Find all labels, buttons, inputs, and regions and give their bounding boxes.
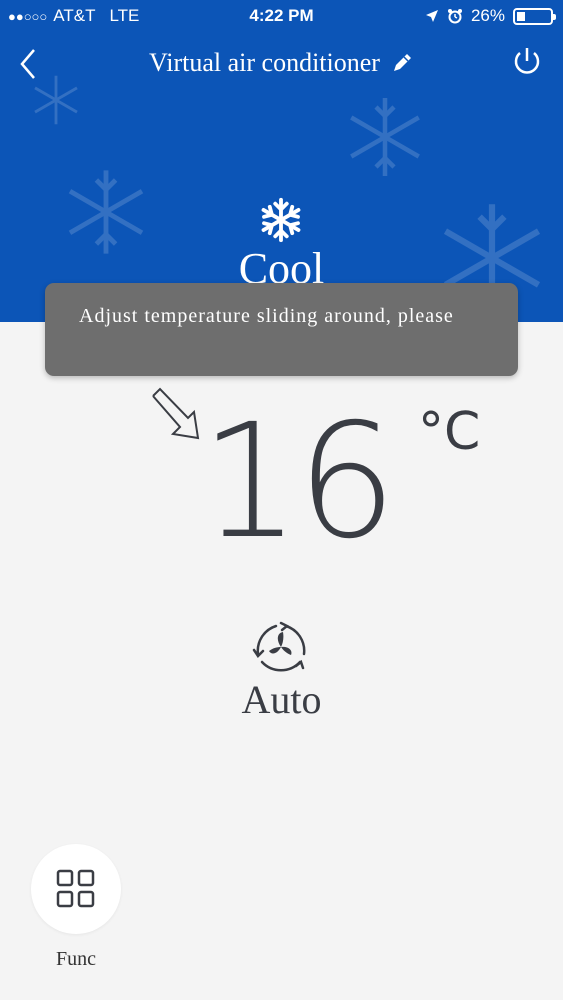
power-icon[interactable] <box>511 44 543 80</box>
grid-icon <box>56 869 95 908</box>
location-arrow-icon <box>425 10 438 22</box>
nav-bar: Virtual air conditioner <box>0 38 563 88</box>
fan-icon[interactable] <box>250 620 312 676</box>
battery-icon <box>513 7 556 25</box>
func-button[interactable] <box>31 844 121 934</box>
hint-toast: Adjust temperature sliding around, pleas… <box>45 283 518 376</box>
mode-header: ●●○○○ AT&T LTE 4:22 PM 26% Virtual air c… <box>0 0 563 322</box>
temperature-unit: °C <box>418 402 481 462</box>
swipe-arrow-icon <box>152 387 200 440</box>
page-title-container: Virtual air conditioner <box>0 48 563 78</box>
status-right: 26% <box>425 6 556 26</box>
page-title: Virtual air conditioner <box>149 48 380 77</box>
snowflake-icon <box>261 197 301 243</box>
alarm-clock-icon <box>447 9 462 24</box>
fan-speed-label: Auto <box>241 677 322 722</box>
pencil-icon[interactable] <box>390 51 414 75</box>
battery-percent: 26% <box>470 6 505 25</box>
func-label: Func <box>56 948 96 970</box>
status-bar: ●●○○○ AT&T LTE 4:22 PM 26% <box>0 0 563 32</box>
temperature-value[interactable]: 16 <box>200 402 397 562</box>
battery-level <box>517 11 526 21</box>
decorative-snowflake-icon <box>350 98 420 176</box>
